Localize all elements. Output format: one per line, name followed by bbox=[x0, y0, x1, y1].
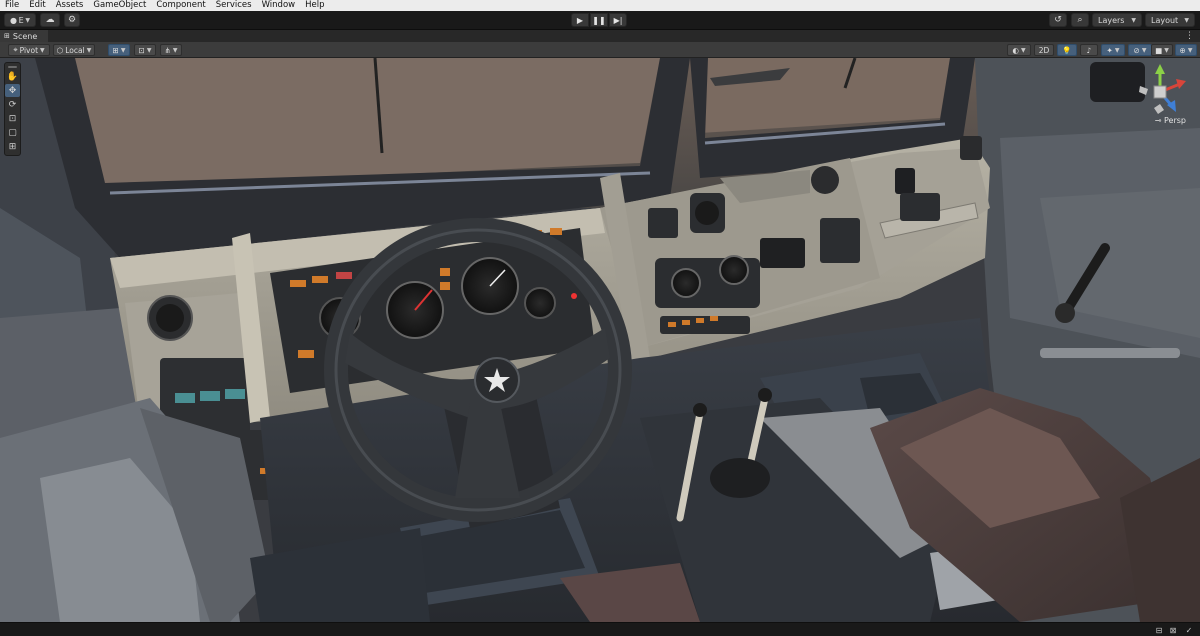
play-icon: ▶ bbox=[576, 15, 584, 25]
gizmo-icon: ⊕ bbox=[1179, 45, 1186, 55]
draw-mode-dropdown[interactable]: ◐ ▼ bbox=[1007, 44, 1031, 56]
local-dropdown[interactable]: ⬡ Local ▼ bbox=[53, 44, 95, 56]
shading-icon: ◐ bbox=[1012, 45, 1019, 55]
move-tool-icon[interactable]: ✥ bbox=[5, 84, 20, 97]
toggle-2d-label: 2D bbox=[1038, 45, 1050, 55]
menu-item-gameobject[interactable]: GameObject bbox=[88, 0, 151, 11]
chevron-down-icon: ▼ bbox=[1131, 16, 1136, 24]
account-dropdown[interactable]: ● E ▼ bbox=[4, 13, 36, 27]
audio-toggle[interactable]: ♪ bbox=[1080, 44, 1098, 56]
hidden-objects-icon: ⊘ bbox=[1133, 45, 1140, 55]
chevron-down-icon: ▼ bbox=[172, 46, 178, 54]
snap-icon: ⋔ bbox=[164, 45, 171, 55]
pause-icon: ❚❚ bbox=[592, 15, 606, 25]
toggle-2d-button[interactable]: 2D bbox=[1034, 44, 1054, 56]
visibility-dropdown[interactable]: ⊘ ▼ bbox=[1128, 44, 1152, 56]
tab-bar: ⊞ Scene ⋮ bbox=[0, 30, 1200, 42]
cloud-button[interactable]: ☁ bbox=[40, 13, 60, 27]
rotate-tool-icon[interactable]: ⟳ bbox=[5, 98, 20, 111]
history-icon: ↺ bbox=[1054, 15, 1062, 25]
chevron-down-icon: ▼ bbox=[1187, 46, 1193, 54]
rect-tool-icon[interactable]: ▢ bbox=[5, 126, 20, 139]
collab-icon[interactable]: ⊠ bbox=[1168, 625, 1178, 635]
chevron-down-icon: ▼ bbox=[1114, 46, 1120, 54]
local-icon: ⬡ bbox=[56, 45, 64, 55]
account-icon: ● bbox=[10, 15, 17, 25]
layers-label: Layers bbox=[1098, 15, 1125, 25]
scene-toolbar: ⌖ Pivot ▼ ⬡ Local ▼ ⊞ ▼ ⊡ ▼ ⋔ ▼ ◐ ▼ 2D 💡… bbox=[0, 42, 1200, 58]
menu-bar: File Edit Assets GameObject Component Service… bbox=[0, 0, 1200, 11]
cloud-icon: ☁ bbox=[45, 15, 55, 25]
pause-button[interactable]: ❚❚ bbox=[590, 13, 608, 27]
main-toolbar: ● E ▼ ☁ ⚙ ▶ ❚❚ ▶| ↺ ⌕ Layers ▼ Layout ▼ bbox=[0, 11, 1200, 30]
menu-item-window[interactable]: Window bbox=[257, 0, 301, 11]
truck-cabin-render bbox=[0, 58, 1200, 622]
play-button[interactable]: ▶ bbox=[571, 13, 589, 27]
playback-controls: ▶ ❚❚ ▶| bbox=[571, 13, 627, 27]
chevron-down-icon: ▼ bbox=[120, 46, 126, 54]
scene-icon: ⊞ bbox=[4, 32, 10, 40]
camera-icon: ■ bbox=[1155, 45, 1163, 55]
layout-dropdown[interactable]: Layout ▼ bbox=[1145, 13, 1195, 27]
gear-icon: ⚙ bbox=[67, 15, 77, 25]
scale-tool-icon[interactable]: ⊡ bbox=[5, 112, 20, 125]
step-button[interactable]: ▶| bbox=[609, 13, 627, 27]
search-button[interactable]: ⌕ bbox=[1071, 13, 1089, 27]
gizmo-center[interactable] bbox=[1153, 85, 1167, 99]
chevron-down-icon: ▼ bbox=[1164, 46, 1169, 54]
effects-icon: ✦ bbox=[1106, 45, 1113, 55]
lightbulb-icon: 💡 bbox=[1062, 45, 1072, 55]
persp-text: Persp bbox=[1164, 116, 1186, 125]
gizmo-x-axis[interactable] bbox=[1176, 79, 1186, 89]
tab-menu-icon[interactable]: ⋮ bbox=[1185, 30, 1194, 42]
step-icon: ▶| bbox=[613, 15, 623, 25]
grid-snap-icon: ⊞ bbox=[112, 45, 119, 55]
layout-label: Layout bbox=[1151, 15, 1179, 25]
transform-tool-icon[interactable]: ⊞ bbox=[5, 140, 20, 153]
grid-button[interactable]: ⊡ ▼ bbox=[134, 44, 156, 56]
pivot-dropdown[interactable]: ⌖ Pivot ▼ bbox=[8, 44, 50, 56]
persp-icon: ⊸ bbox=[1154, 116, 1164, 125]
tab-scene-label: Scene bbox=[12, 31, 38, 41]
settings-button[interactable]: ⚙ bbox=[64, 13, 80, 27]
lighting-toggle[interactable]: 💡 bbox=[1057, 44, 1077, 56]
local-label: Local bbox=[65, 45, 85, 55]
camera-dropdown[interactable]: ■ ▼ bbox=[1151, 44, 1173, 56]
scene-viewport[interactable]: ✋ ✥ ⟳ ⊡ ▢ ⊞ ⊸ Persp bbox=[0, 58, 1200, 622]
pivot-label: Pivot bbox=[19, 45, 39, 55]
hand-tool-icon[interactable]: ✋ bbox=[5, 70, 20, 83]
chevron-down-icon: ▼ bbox=[1184, 16, 1189, 24]
grid-icon: ⊡ bbox=[138, 45, 145, 55]
tab-scene[interactable]: ⊞ Scene bbox=[0, 30, 48, 42]
status-bar: ⊟ ⊠ ✓ bbox=[0, 622, 1200, 636]
chevron-down-icon: ▼ bbox=[1020, 46, 1026, 54]
layers-dropdown[interactable]: Layers ▼ bbox=[1092, 13, 1142, 27]
effects-dropdown[interactable]: ✦ ▼ bbox=[1101, 44, 1125, 56]
menu-item-assets[interactable]: Assets bbox=[51, 0, 89, 11]
gizmos-dropdown[interactable]: ⊕ ▼ bbox=[1175, 44, 1197, 56]
history-button[interactable]: ↺ bbox=[1049, 13, 1067, 27]
chevron-down-icon: ▼ bbox=[25, 16, 30, 24]
pivot-icon: ⌖ bbox=[13, 45, 18, 54]
increment-snap-button[interactable]: ⋔ ▼ bbox=[160, 44, 182, 56]
search-icon: ⌕ bbox=[1077, 15, 1083, 25]
account-label: E bbox=[18, 15, 24, 25]
menu-item-services[interactable]: Services bbox=[211, 0, 257, 11]
tool-palette: ✋ ✥ ⟳ ⊡ ▢ ⊞ bbox=[4, 62, 21, 156]
audio-icon: ♪ bbox=[1086, 45, 1092, 55]
status-progress-icon[interactable]: ⊟ bbox=[1154, 625, 1164, 635]
check-icon[interactable]: ✓ bbox=[1184, 625, 1194, 635]
chevron-down-icon: ▼ bbox=[86, 46, 92, 54]
gizmo-y-axis[interactable] bbox=[1155, 64, 1165, 74]
projection-label[interactable]: ⊸ Persp bbox=[1155, 116, 1186, 125]
chevron-down-icon: ▼ bbox=[146, 46, 152, 54]
menu-item-edit[interactable]: Edit bbox=[24, 0, 50, 11]
chevron-down-icon: ▼ bbox=[40, 46, 45, 54]
menu-item-help[interactable]: Help bbox=[300, 0, 329, 11]
grid-snap-button[interactable]: ⊞ ▼ bbox=[108, 44, 130, 56]
menu-item-file[interactable]: File bbox=[0, 0, 24, 11]
chevron-down-icon: ▼ bbox=[1141, 46, 1147, 54]
menu-item-component[interactable]: Component bbox=[151, 0, 210, 11]
